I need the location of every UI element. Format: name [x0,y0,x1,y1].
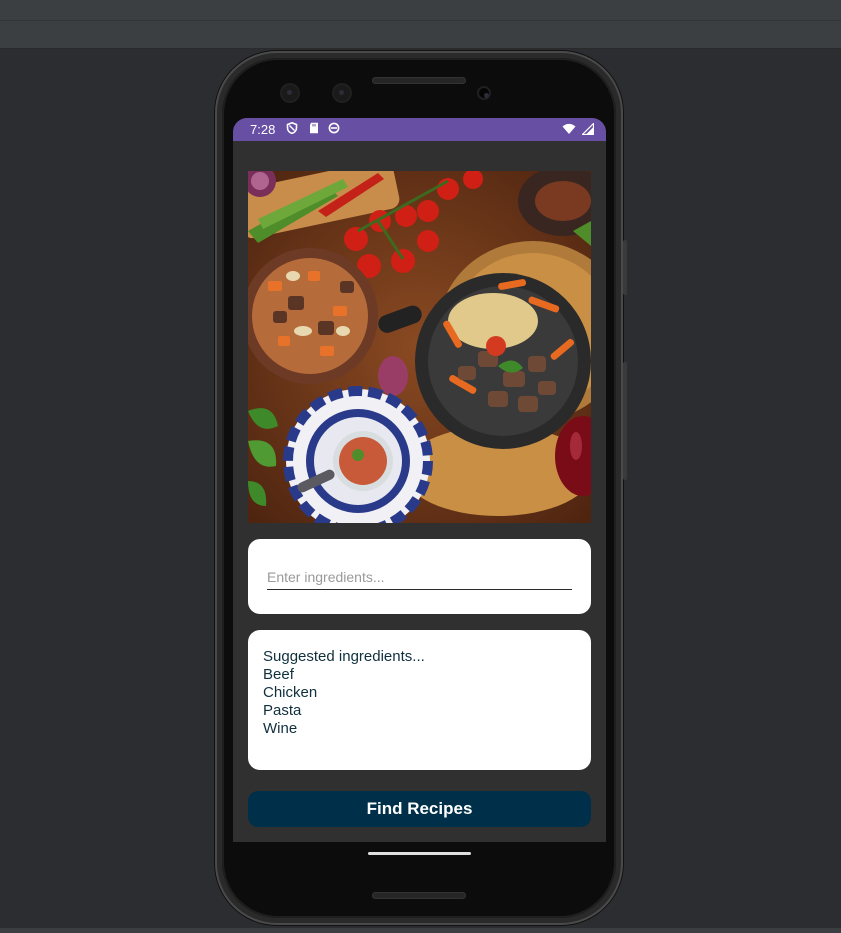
suggestion-item-wine[interactable]: Wine [263,720,425,738]
home-indicator[interactable] [368,852,471,855]
suggestion-item-chicken[interactable]: Chicken [263,684,425,702]
signal-icon [581,122,595,136]
ingredient-input[interactable] [267,565,572,590]
sd-card-icon [310,122,318,134]
suggested-ingredients-card: Suggested ingredients... Beef Chicken Pa… [248,630,591,770]
food-spread-image [248,171,591,523]
shield-icon [286,122,298,134]
bottom-speaker [372,892,466,899]
sync-icon [328,122,340,134]
front-sensor-icon [334,85,350,101]
ingredient-input-card [248,539,591,614]
ide-toolbar [0,21,841,49]
front-camera-icon [282,85,298,101]
suggestion-item-pasta[interactable]: Pasta [263,702,425,720]
ide-status-strip [0,928,841,933]
status-bar: 7:28 [233,118,606,141]
suggestion-item-beef[interactable]: Beef [263,666,425,684]
status-time: 7:28 [250,122,276,137]
volume-buttons [623,362,627,480]
gesture-nav-bar [233,842,606,865]
earpiece-speaker [372,77,466,84]
find-recipes-button[interactable]: Find Recipes [248,791,591,827]
wifi-icon [562,123,576,134]
status-right-icons [562,122,595,136]
ide-title-bar [0,0,841,21]
suggested-ingredients-list: Suggested ingredients... Beef Chicken Pa… [263,648,425,738]
proximity-sensor-icon [479,88,489,98]
suggestions-header: Suggested ingredients... [263,648,425,665]
phone-screen: 7:28 Enter ingredients... Suggested ingr… [233,118,606,865]
power-button [623,240,627,295]
